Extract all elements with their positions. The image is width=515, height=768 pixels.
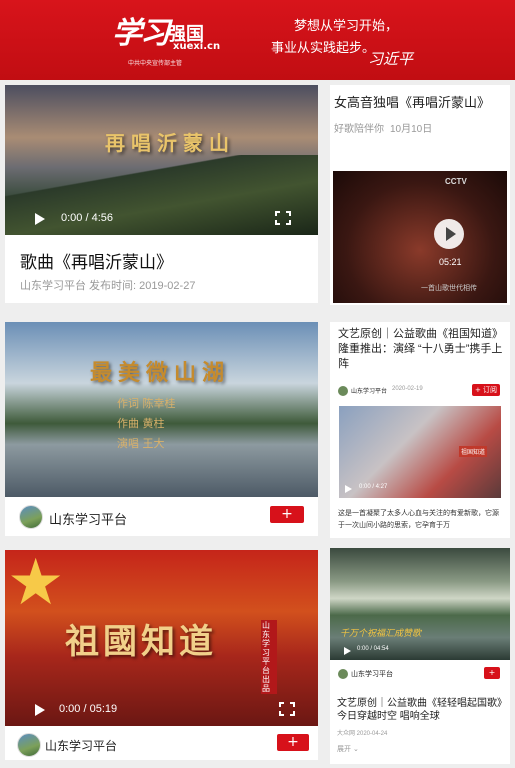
fullscreen-icon[interactable] xyxy=(279,702,295,716)
video-player-6[interactable]: 千万个祝福汇成赞歌 0:00 / 04:54 xyxy=(330,548,510,660)
video-player-5[interactable]: ★ 祖國知道 山东学习平台出品 0:00 / 05:19 xyxy=(5,550,318,726)
account-avatar[interactable] xyxy=(338,386,348,396)
video-player-2[interactable]: CCTV 05:21 一首山歌世代相传 xyxy=(333,171,507,303)
article-description: 这是一首凝聚了太多人心血与关注的有爱新歌，它源于一次山间小路的思索，它孕育于万 xyxy=(338,510,499,529)
video-banner: 祖国知道 xyxy=(459,446,488,457)
article-date: 2020-02-19 xyxy=(392,386,423,392)
slogan-line-1: 梦想从学习开始， xyxy=(294,19,399,34)
channel-logo: CCTV xyxy=(445,177,467,186)
account-name[interactable]: 山东学习平台 xyxy=(351,669,393,679)
video-caption: 一首山歌世代相传 xyxy=(421,284,477,292)
article-card-5[interactable]: ★ 祖國知道 山东学习平台出品 0:00 / 05:19 山东学习平台 + xyxy=(5,550,318,760)
expand-link[interactable]: 展开 ⌄ xyxy=(337,744,359,754)
article-card-3[interactable]: 最美微山湖 作词 陈幸桂 作曲 黄柱 演唱 王大 山东学习平台 + xyxy=(5,322,318,536)
account-name[interactable]: 山东学习平台 xyxy=(49,509,127,528)
follow-button[interactable]: + xyxy=(270,506,304,523)
slogan-line-2: 事业从实践起步。 xyxy=(271,41,376,56)
flag-star-icon: ★ xyxy=(7,550,65,620)
video-player-4[interactable]: 祖国知道 0:00 / 4:27 xyxy=(339,406,501,498)
logo-text: 学习 xyxy=(112,16,170,51)
video-overlay-title: 最美微山湖 xyxy=(90,360,231,386)
play-button-icon[interactable] xyxy=(434,219,464,249)
article-card-1[interactable]: 再唱沂蒙山 0:00 / 4:56 歌曲《再唱沂蒙山》 山东学习平台 发布时间:… xyxy=(5,85,318,303)
follow-button[interactable]: + xyxy=(484,667,500,679)
video-controls: 0:00 / 05:19 xyxy=(5,694,318,726)
play-icon[interactable] xyxy=(35,213,45,225)
article-source: 好歌陪伴你 xyxy=(334,124,384,135)
fullscreen-icon[interactable] xyxy=(275,211,291,225)
subscribe-button[interactable]: + 订阅 xyxy=(472,384,500,396)
article-title[interactable]: 文艺原创｜公益歌曲《轻轻唱起国歌》今日穿越时空 唱响全球 xyxy=(337,697,507,723)
account-avatar[interactable] xyxy=(338,669,348,679)
article-title[interactable]: 歌曲《再唱沂蒙山》 xyxy=(20,248,173,273)
credit-lyricist: 作词 陈幸桂 xyxy=(117,397,176,410)
play-icon[interactable] xyxy=(344,647,351,655)
video-overlay-text: 千万个祝福汇成赞歌 xyxy=(340,629,422,639)
account-avatar[interactable] xyxy=(17,733,41,757)
video-player-1[interactable]: 再唱沂蒙山 0:00 / 4:56 xyxy=(5,85,318,235)
play-icon[interactable] xyxy=(35,704,45,716)
account-avatar[interactable] xyxy=(19,505,43,529)
logo-subtitle: 中共中央宣传部主管 xyxy=(128,60,183,67)
producer-badge: 山东学习平台出品 xyxy=(261,620,277,694)
article-card-2[interactable]: 女高音独唱《再唱沂蒙山》 好歌陪伴你 10月10日 CCTV 05:21 一首山… xyxy=(330,85,510,305)
article-meta: 大众网 2020-04-24 xyxy=(337,731,388,737)
credit-singer: 演唱 王大 xyxy=(117,437,165,450)
video-controls: 0:00 / 04:54 xyxy=(330,642,510,660)
video-overlay-title: 再唱沂蒙山 xyxy=(105,131,235,155)
video-controls: 0:00 / 4:56 xyxy=(5,203,318,235)
video-time: 0:00 / 05:19 xyxy=(59,703,118,715)
video-player-3[interactable]: 最美微山湖 作词 陈幸桂 作曲 黄柱 演唱 王大 xyxy=(5,322,318,497)
play-icon[interactable] xyxy=(345,485,352,493)
article-title[interactable]: 文艺原创｜公益歌曲《祖国知道》隆重推出：演绎 “十八勇士”携手上阵 xyxy=(338,327,506,372)
article-meta: 山东学习平台 发布时间: 2019-02-27 xyxy=(20,280,196,292)
article-card-6[interactable]: 千万个祝福汇成赞歌 0:00 / 04:54 山东学习平台 + 文艺原创｜公益歌… xyxy=(330,548,510,764)
follow-button[interactable]: + xyxy=(277,734,309,751)
credit-composer: 作曲 黄柱 xyxy=(117,417,165,430)
account-name[interactable]: 山东学习平台 xyxy=(351,386,387,395)
video-time: 0:00 / 04:54 xyxy=(357,646,389,652)
header-banner: 学习 强国 xuexi.cn 中共中央宣传部主管 梦想从学习开始， 事业从实践起… xyxy=(0,0,515,80)
article-card-4[interactable]: 文艺原创｜公益歌曲《祖国知道》隆重推出：演绎 “十八勇士”携手上阵 山东学习平台… xyxy=(330,322,510,538)
account-name[interactable]: 山东学习平台 xyxy=(45,737,117,754)
video-overlay-title: 祖國知道 xyxy=(65,622,217,662)
video-controls: 0:00 / 4:27 xyxy=(339,480,501,498)
article-date: 10月10日 xyxy=(390,124,433,135)
signature: 习近平 xyxy=(368,50,414,68)
article-title[interactable]: 女高音独唱《再唱沂蒙山》 xyxy=(334,92,490,111)
logo-url: xuexi.cn xyxy=(173,41,221,52)
video-time: 0:00 / 4:27 xyxy=(359,484,388,490)
video-time: 0:00 / 4:56 xyxy=(61,212,113,224)
video-duration: 05:21 xyxy=(439,257,462,267)
